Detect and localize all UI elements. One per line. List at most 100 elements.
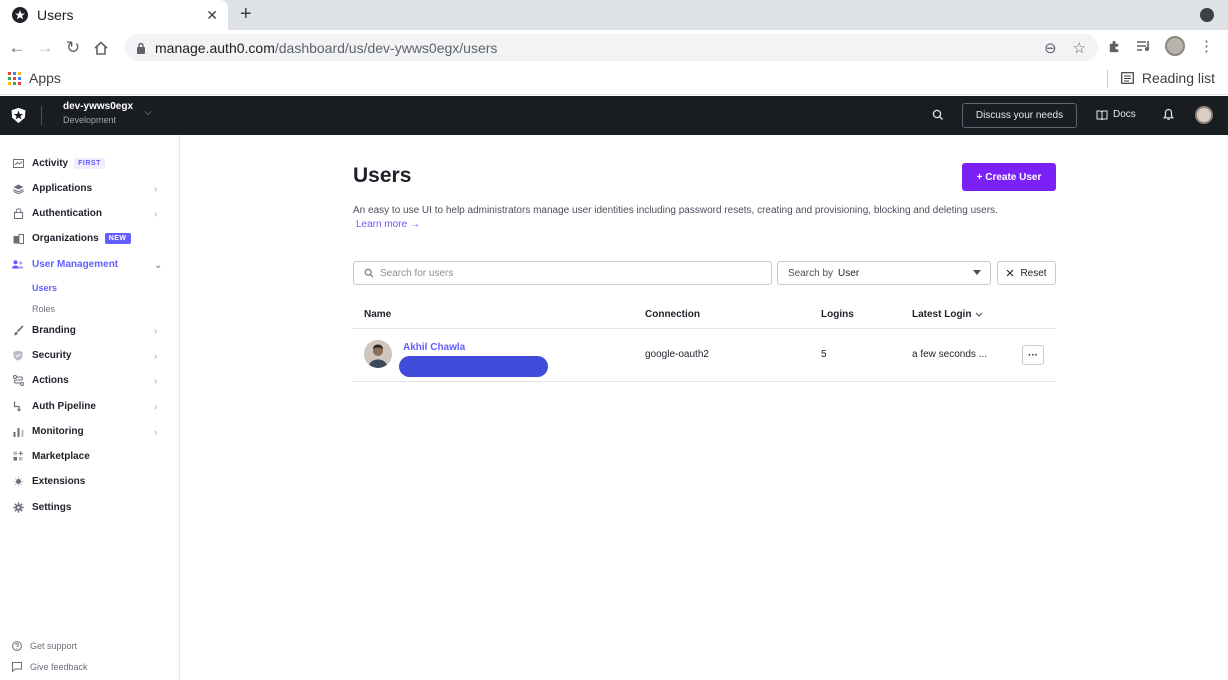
- sidebar-subitem-users[interactable]: Users: [32, 283, 57, 293]
- flow-icon: [11, 375, 25, 386]
- lock-icon: [136, 42, 146, 54]
- search-icon[interactable]: [932, 109, 944, 121]
- row-actions-button[interactable]: ···: [1022, 345, 1044, 365]
- auth0-logo-icon[interactable]: [10, 107, 27, 124]
- redacted-email: [399, 356, 548, 377]
- column-header-connection: Connection: [645, 309, 700, 320]
- auth0-favicon-icon: [12, 7, 28, 23]
- profile-avatar[interactable]: [1165, 36, 1185, 56]
- sidebar-item-settings[interactable]: Settings: [11, 502, 71, 513]
- docs-link[interactable]: Docs: [1096, 109, 1136, 120]
- address-bar[interactable]: manage.auth0.com /dashboard/us/dev-ywws0…: [125, 34, 1098, 61]
- latest-login-cell: a few seconds ...: [912, 349, 988, 360]
- gear-icon: [11, 502, 25, 513]
- logins-cell: 5: [821, 349, 827, 360]
- learn-more-link[interactable]: Learn more →: [356, 219, 420, 230]
- column-header-logins: Logins: [821, 309, 854, 320]
- docs-label: Docs: [1113, 109, 1136, 120]
- new-tab-button[interactable]: +: [240, 4, 252, 24]
- tab-title: Users: [37, 7, 74, 23]
- bookmark-star-icon[interactable]: ☆: [1073, 39, 1086, 57]
- tenant-switcher[interactable]: dev-ywws0egx Development: [63, 101, 133, 125]
- browser-toolbar: ← → ↻ manage.auth0.com /dashboard/us/dev…: [0, 30, 1228, 65]
- column-header-latest-login[interactable]: Latest Login: [912, 309, 983, 320]
- chevron-right-icon: ›: [154, 351, 158, 362]
- search-input[interactable]: [380, 267, 760, 279]
- users-icon: [11, 260, 25, 269]
- media-queue-icon[interactable]: [1136, 39, 1151, 53]
- brush-icon: [11, 325, 25, 336]
- browser-tab-strip: Users ✕ +: [0, 0, 1228, 30]
- layers-icon: [11, 184, 25, 194]
- activity-chart-icon: [11, 159, 25, 168]
- sort-chevron-down-icon: [975, 312, 983, 317]
- apps-grid-icon: [8, 71, 21, 85]
- table-divider: [353, 381, 1056, 382]
- tab-close-icon[interactable]: ✕: [206, 7, 218, 24]
- dashboard-header: dev-ywws0egx Development ⌵ Discuss your …: [0, 96, 1228, 135]
- give-feedback-link[interactable]: Give feedback: [12, 662, 88, 672]
- sidebar-item-actions[interactable]: Actions: [11, 375, 69, 386]
- search-by-select[interactable]: Search by User: [777, 261, 991, 285]
- back-icon[interactable]: ←: [6, 37, 28, 59]
- building-icon: [11, 233, 25, 244]
- grid-plus-icon: [11, 451, 25, 462]
- user-avatar[interactable]: [1195, 106, 1213, 124]
- first-badge: FIRST: [74, 158, 105, 169]
- help-circle-icon: [12, 641, 22, 651]
- browser-tab[interactable]: Users ✕: [0, 0, 228, 30]
- extension-gear-icon: [11, 476, 25, 487]
- chevron-right-icon: ›: [154, 402, 158, 413]
- user-avatar: [364, 340, 392, 368]
- discuss-needs-button[interactable]: Discuss your needs: [962, 103, 1077, 128]
- sidebar-item-monitoring[interactable]: Monitoring: [11, 426, 84, 437]
- notification-bell-icon[interactable]: [1163, 108, 1174, 121]
- reset-button[interactable]: Reset: [997, 261, 1056, 285]
- sidebar-item-organizations[interactable]: Organizations NEW: [11, 233, 131, 244]
- reading-list-label: Reading list: [1141, 70, 1215, 86]
- sidebar-subitem-roles[interactable]: Roles: [32, 304, 55, 314]
- search-by-value: User: [838, 267, 860, 279]
- reading-list-icon: [1120, 72, 1134, 84]
- page-description: An easy to use UI to help administrators…: [353, 205, 998, 216]
- user-name-link[interactable]: Akhil Chawla: [403, 342, 465, 353]
- create-user-button[interactable]: + Create User: [962, 163, 1056, 191]
- lock-icon: [11, 208, 25, 219]
- tenant-name: dev-ywws0egx: [63, 101, 134, 112]
- apps-shortcut[interactable]: Apps: [8, 70, 61, 86]
- column-header-name: Name: [364, 309, 392, 320]
- table-divider: [353, 328, 1056, 329]
- reading-list-button[interactable]: Reading list: [1120, 70, 1215, 86]
- extensions-icon[interactable]: [1107, 39, 1122, 54]
- user-search-field[interactable]: [353, 261, 772, 285]
- sidebar-item-security[interactable]: Security: [11, 350, 71, 361]
- search-by-label: Search by: [788, 267, 834, 279]
- sidebar-item-activity[interactable]: Activity FIRST: [11, 158, 105, 169]
- chat-bubble-icon: [12, 662, 22, 672]
- book-icon: [1096, 110, 1108, 120]
- sidebar-item-marketplace[interactable]: Marketplace: [11, 451, 90, 462]
- forward-icon[interactable]: →: [34, 37, 56, 59]
- url-path: /dashboard/us/dev-ywws0egx/users: [274, 39, 498, 56]
- bookmarks-divider: [1107, 70, 1108, 88]
- chevron-right-icon: ›: [154, 184, 158, 195]
- search-icon: [364, 268, 374, 278]
- reload-icon[interactable]: ↻: [62, 37, 84, 59]
- chrome-menu-dot-icon[interactable]: [1200, 8, 1214, 22]
- zoom-icon[interactable]: ⊖: [1044, 39, 1057, 57]
- pipeline-icon: [11, 401, 25, 412]
- sidebar-item-auth-pipeline[interactable]: Auth Pipeline: [11, 401, 96, 412]
- sidebar-item-branding[interactable]: Branding: [11, 325, 76, 336]
- home-icon[interactable]: [90, 37, 112, 59]
- sidebar-item-extensions[interactable]: Extensions: [11, 476, 85, 487]
- chevron-down-icon[interactable]: ⌵: [144, 107, 152, 118]
- sidebar-item-user-management[interactable]: User Management: [11, 259, 118, 270]
- get-support-link[interactable]: Get support: [12, 641, 77, 651]
- sidebar-item-authentication[interactable]: Authentication: [11, 208, 102, 219]
- chevron-right-icon: ›: [154, 427, 158, 438]
- chevron-right-icon: ›: [154, 326, 158, 337]
- kebab-menu-icon[interactable]: ⋮: [1199, 37, 1214, 55]
- sidebar: Activity FIRST Applications › Authentica…: [0, 135, 180, 680]
- sidebar-item-applications[interactable]: Applications: [11, 183, 92, 194]
- apps-label: Apps: [29, 70, 61, 86]
